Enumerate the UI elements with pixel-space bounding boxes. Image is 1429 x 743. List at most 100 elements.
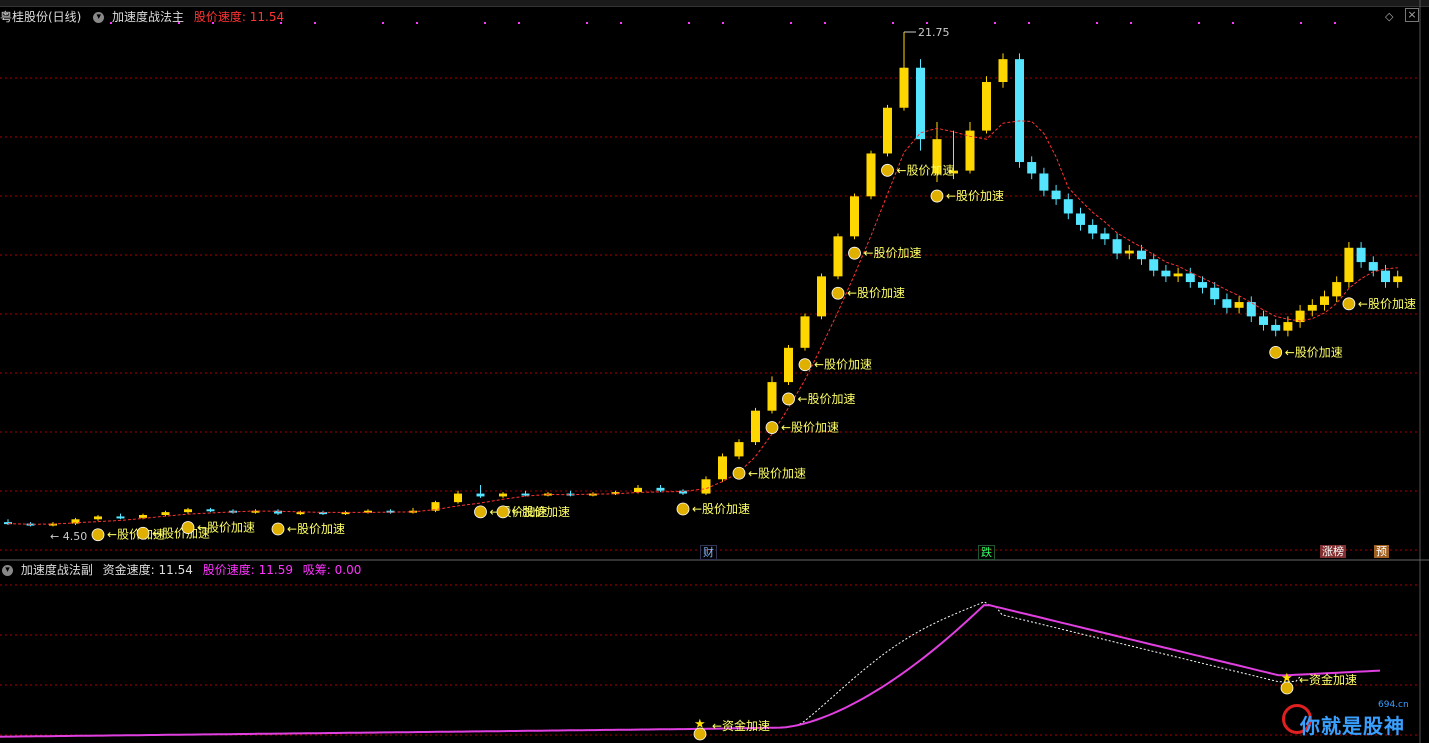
money-bag-icon: [676, 502, 690, 516]
top-dot: [1028, 22, 1030, 24]
signal-label: ←股价加速: [814, 358, 872, 372]
star-icon: ★: [1281, 671, 1293, 686]
candle-body: [1271, 324, 1281, 331]
candle-body: [734, 442, 744, 457]
top-dot: [280, 22, 282, 24]
top-dot: [790, 22, 792, 24]
money-bag-icon: [831, 286, 845, 300]
event-tag-zhangbang[interactable]: 涨榜: [1320, 545, 1346, 558]
money-bag-icon: [798, 358, 812, 372]
candle-body: [1027, 162, 1037, 174]
candle-body: [899, 67, 909, 108]
signal-label: ←股价加速: [748, 466, 806, 480]
top-dot: [518, 22, 520, 24]
top-dot: [926, 22, 928, 24]
candle-body: [883, 107, 892, 154]
candle-body: [1393, 276, 1403, 283]
candle-body: [1051, 190, 1061, 200]
candle-body: [139, 514, 147, 518]
ma-line: [7, 120, 1398, 525]
candle-body: [476, 493, 485, 497]
candle-body: [1307, 304, 1317, 311]
candle-body: [1039, 173, 1049, 191]
candle-body: [1234, 302, 1244, 308]
fund-signal-label: ←资金加速: [712, 718, 770, 733]
candle-body: [184, 509, 192, 513]
candle-body: [1210, 287, 1220, 300]
top-dot: [178, 22, 180, 24]
candle-body: [1076, 213, 1085, 225]
high-label: 21.75: [918, 26, 950, 39]
candle-body: [1259, 316, 1268, 325]
fund-speed-line: [0, 604, 1381, 738]
event-tag-die[interactable]: 跌: [978, 545, 995, 560]
candle-body: [701, 479, 711, 494]
sub-indicator-name[interactable]: 加速度战法副: [21, 561, 93, 579]
money-bag-icon: [136, 526, 150, 540]
candle-body: [1149, 259, 1159, 271]
candle-body: [1088, 224, 1098, 234]
candle-body: [1161, 270, 1171, 277]
candle-body: [454, 493, 462, 503]
candle-body: [866, 153, 876, 197]
money-bag-icon: [496, 505, 510, 519]
top-dot: [212, 22, 214, 24]
signal-label: ←股价加速: [781, 421, 839, 435]
event-tag-yu[interactable]: 预: [1374, 545, 1389, 558]
money-bag-icon: [848, 246, 861, 260]
top-dot: [1096, 22, 1098, 24]
candle-body: [718, 456, 727, 480]
top-dot: [722, 22, 724, 24]
signal-label: ←股价加速: [847, 286, 905, 300]
top-dot: [1198, 22, 1200, 24]
absorb-label: 吸筹:: [302, 563, 331, 577]
signal-label: ←股价加速: [864, 246, 922, 260]
money-bag-icon: [1269, 345, 1283, 359]
signal-label: ←股价加速: [197, 521, 255, 535]
candle-body: [784, 347, 793, 383]
signal-label: ←股价加速: [1358, 297, 1416, 311]
signal-label: ←股价加速: [798, 392, 856, 406]
money-bag-icon: [782, 392, 795, 406]
candle-body: [161, 512, 170, 515]
signal-label: ←股价加速: [512, 505, 570, 519]
top-dot: [314, 22, 316, 24]
candle-body: [1356, 247, 1366, 263]
top-dot: [1334, 22, 1336, 24]
candle-body: [916, 67, 925, 140]
candle-body: [833, 236, 843, 277]
signal-label: ←股价加速: [692, 502, 750, 516]
event-tag-cai[interactable]: 财: [700, 545, 717, 560]
price-speed-label-sub: 股价速度:: [202, 563, 255, 577]
star-icon: ★: [694, 717, 706, 732]
signal-label: ←股价加速: [1285, 345, 1343, 359]
money-bag-icon: [765, 421, 779, 434]
candle-body: [998, 59, 1008, 83]
candle-body: [1222, 299, 1232, 308]
signal-label: ←股价加速: [897, 163, 955, 177]
money-bag-icon: [930, 189, 944, 203]
candle-body: [767, 382, 777, 411]
candle-body: [1185, 273, 1195, 283]
candle-body: [817, 276, 826, 317]
top-dot: [382, 22, 384, 24]
candle-body: [206, 509, 215, 512]
sub-indicator-header: ▾ 加速度战法副 资金速度: 11.54 股价速度: 11.59 吸筹: 0.0…: [0, 561, 361, 579]
candle-body: [1015, 59, 1024, 163]
money-bag-icon: [181, 521, 195, 534]
signal-label: ←股价加速: [946, 189, 1004, 203]
fund-speed-value: 11.54: [158, 563, 193, 577]
top-dot: [1300, 22, 1302, 24]
top-dot: [620, 22, 622, 24]
candle-body: [116, 516, 125, 519]
kline-chart[interactable]: 21.75 ← 4.50 ←股价加速 ←股价加速 ←股价加速 ←股价加速 ←股价加速 ←股价加…: [0, 0, 1429, 743]
money-bag-icon: [474, 505, 487, 519]
candle-body: [850, 196, 859, 237]
candle-body: [1332, 282, 1342, 297]
candle-body: [1344, 247, 1354, 283]
top-dot: [824, 22, 826, 24]
watermark-text: 你就是股神: [1300, 714, 1405, 738]
watermark-url: 694.cn: [1378, 700, 1409, 710]
money-bag-icon: [732, 466, 746, 480]
chevron-down-icon[interactable]: ▾: [2, 565, 13, 576]
